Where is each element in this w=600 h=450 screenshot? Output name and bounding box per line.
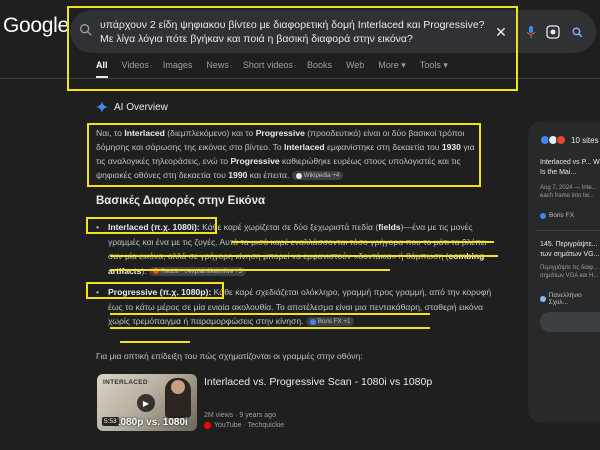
underline-4 bbox=[110, 313, 430, 315]
source-result-2-title[interactable]: 145. Περιγράψτε... των σημάτων VG... bbox=[540, 240, 600, 260]
thumbnail-caption: 1080p vs. 1080i bbox=[115, 417, 188, 428]
video-title[interactable]: Interlaced vs. Progressive Scan - 1080i … bbox=[204, 376, 432, 388]
source-result-1-meta: Aug 7, 2024 — Inte... each frame into tw… bbox=[540, 185, 597, 199]
underline-1 bbox=[232, 241, 494, 243]
source-result-2-meta: Περιγράψτε τις διαφ... σημάτων VGA και Η… bbox=[540, 265, 599, 279]
video-duration: 5:53 bbox=[102, 417, 119, 426]
underline-2 bbox=[110, 255, 498, 257]
microphone-icon[interactable] bbox=[522, 23, 540, 41]
google-logo[interactable]: Google bbox=[3, 14, 69, 38]
borisfx-icon bbox=[540, 212, 546, 219]
highlight-progressive-title bbox=[86, 282, 224, 299]
search-submit-icon[interactable] bbox=[568, 23, 586, 41]
source-result-1-title[interactable]: Interlaced vs P... What Is the Mai... bbox=[540, 158, 600, 178]
show-all-button[interactable] bbox=[540, 312, 600, 332]
highlight-search-area bbox=[67, 6, 518, 91]
youtube-icon bbox=[204, 422, 211, 429]
sources-count[interactable]: 10 sites bbox=[540, 135, 599, 145]
source-chip-borisfx[interactable]: Boris FX +1 bbox=[305, 317, 355, 327]
sparkle-icon bbox=[96, 101, 108, 113]
video-intro-text: Για μια οπτική επίδειξη του πώς σχηματίζ… bbox=[96, 351, 363, 361]
highlight-interlaced-title bbox=[86, 217, 217, 234]
presenter-face bbox=[171, 380, 185, 394]
underline-6 bbox=[120, 341, 190, 343]
borisfx-icon bbox=[309, 318, 316, 325]
panel-divider bbox=[536, 230, 600, 231]
source-result-1-site: Boris FX bbox=[540, 212, 574, 219]
highlight-intro-paragraph bbox=[87, 123, 481, 187]
video-meta: 2M views · 9 years ago bbox=[204, 412, 276, 419]
ai-overview-label: AI Overview bbox=[114, 101, 168, 113]
thumbnail-label: INTERLACED bbox=[103, 379, 148, 386]
underline-5 bbox=[110, 327, 430, 329]
school-icon bbox=[540, 296, 546, 302]
ai-overview-header: AI Overview bbox=[96, 101, 168, 113]
video-thumbnail[interactable]: INTERLACED ▶ 1080p vs. 1080i 5:53 bbox=[97, 374, 197, 431]
differences-heading: Βασικές Διαφορές στην Εικόνα bbox=[96, 195, 266, 207]
source-result-2-site: Πανελλήνιο Σχολ... bbox=[540, 292, 600, 306]
video-source: YouTube · Techquickie bbox=[204, 422, 284, 429]
lens-icon[interactable] bbox=[544, 23, 562, 41]
underline-3 bbox=[110, 269, 390, 271]
play-icon[interactable]: ▶ bbox=[137, 394, 155, 412]
site-icon-3 bbox=[556, 135, 566, 145]
